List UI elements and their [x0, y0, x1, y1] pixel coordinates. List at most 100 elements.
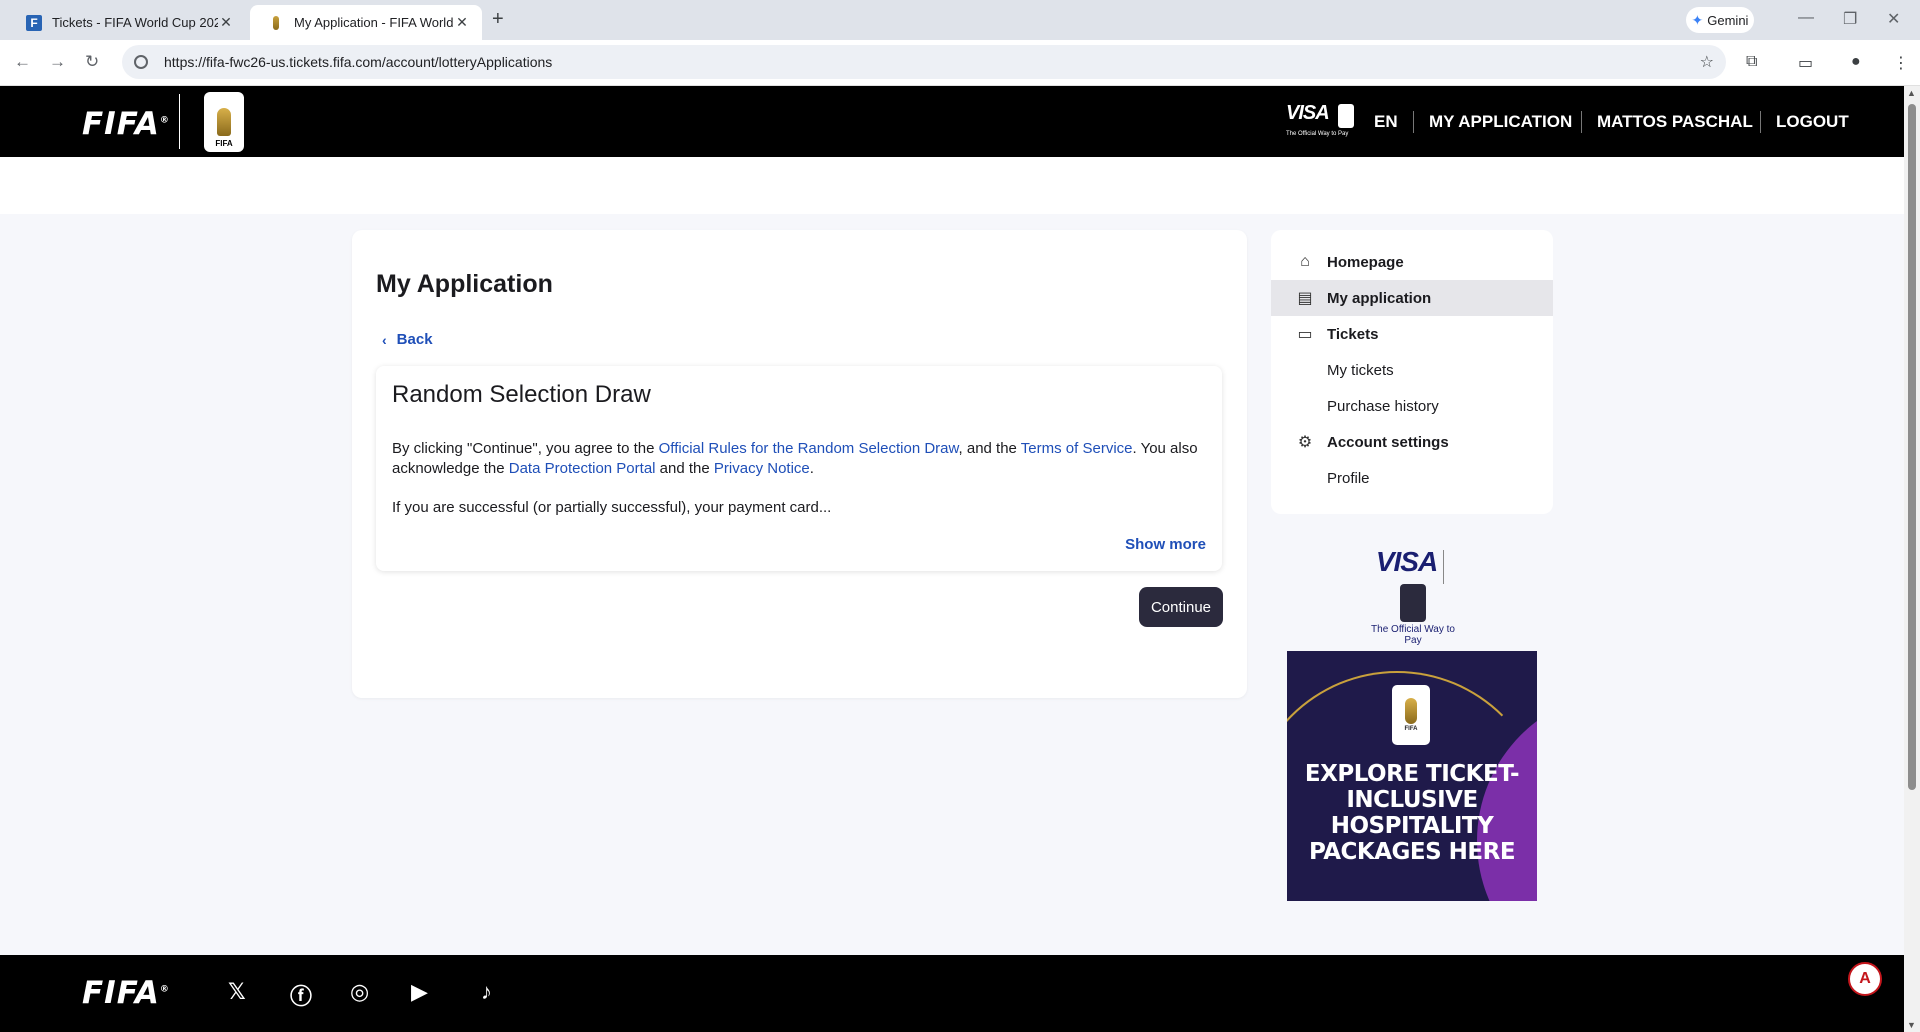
sidebar-item-label: Homepage — [1327, 253, 1404, 271]
visa-tagline: The Official Way to Pay — [1286, 131, 1349, 137]
trophy-icon — [217, 108, 231, 136]
trophy-icon — [1405, 698, 1417, 724]
emblem-label: FIFA — [215, 139, 233, 148]
back-arrow-icon[interactable]: ← — [14, 52, 31, 72]
show-more-link[interactable]: Show more — [1125, 536, 1206, 553]
sidebar-item-label: Purchase history — [1327, 397, 1439, 415]
restore-icon[interactable]: ❐ — [1843, 9, 1857, 29]
gemini-button[interactable]: ✦ Gemini — [1686, 7, 1754, 33]
new-tab-icon[interactable]: + — [492, 8, 504, 31]
tiktok-icon[interactable]: ♪ — [481, 979, 492, 1005]
browser-tab-my-application[interactable]: My Application - FIFA World Cu ✕ — [250, 5, 482, 40]
youtube-icon[interactable]: ▶ — [411, 979, 428, 1005]
sidebar-item-label: Profile — [1327, 469, 1370, 487]
logo-divider — [1443, 549, 1445, 584]
scroll-up-arrow-icon[interactable]: ▲ — [1907, 88, 1916, 98]
sidebar-item-label: My tickets — [1327, 361, 1394, 379]
header-divider — [179, 94, 180, 149]
site-header: FIFA® FIFA VISA The Official Way to Pay … — [0, 86, 1904, 157]
hospitality-emblem: FIFA — [1392, 685, 1430, 745]
fifa-favicon-icon: F — [26, 14, 42, 31]
back-link[interactable]: ‹ Back — [382, 331, 433, 348]
payment-paragraph: If you are successful (or partially succ… — [392, 499, 832, 516]
facebook-icon[interactable]: ⓕ — [290, 979, 312, 1011]
sidebar-item-label: My application — [1327, 289, 1432, 307]
nav-separator — [1760, 111, 1761, 133]
back-label: Back — [396, 331, 433, 348]
close-tab-icon[interactable]: ✕ — [454, 14, 470, 31]
close-tab-icon[interactable]: ✕ — [218, 14, 234, 31]
terms-text: By clicking "Continue", you agree to the — [392, 440, 659, 457]
terms-text: . — [809, 460, 814, 477]
emblem-label: FIFA — [1404, 726, 1418, 732]
fifa-logo[interactable]: FIFA® — [82, 975, 170, 1011]
reload-icon[interactable]: ↻ — [85, 52, 99, 72]
sidebar-item-tickets[interactable]: ▭ Tickets — [1271, 316, 1553, 352]
gear-icon: ⚙ — [1297, 434, 1313, 451]
home-icon: ⌂ — [1300, 253, 1310, 270]
continue-button[interactable]: Continue — [1139, 587, 1223, 627]
sidebar-item-profile[interactable]: Profile — [1271, 460, 1553, 496]
visa-wordmark: VISA — [1375, 546, 1438, 577]
instagram-icon[interactable]: ◎ — [350, 979, 369, 1005]
extensions-icon[interactable]: ⧉ — [1746, 53, 1757, 71]
cast-icon[interactable]: ▭ — [1798, 53, 1813, 73]
terms-of-service-link[interactable]: Terms of Service — [1021, 440, 1133, 457]
sidebar-item-label: Tickets — [1327, 325, 1379, 343]
nav-separator — [1581, 111, 1582, 133]
gemini-label: Gemini — [1707, 12, 1749, 28]
browser-tab-tickets[interactable]: F Tickets - FIFA World Cup 2026™ ✕ — [8, 5, 246, 40]
terms-text: and the — [655, 460, 714, 477]
tab-title: Tickets - FIFA World Cup 2026™ — [52, 15, 218, 30]
nav-my-application[interactable]: MY APPLICATION — [1429, 112, 1572, 132]
subheader-bar — [0, 157, 1904, 214]
official-rules-link[interactable]: Official Rules for the Random Selection … — [659, 440, 959, 457]
scrollbar-thumb[interactable] — [1908, 104, 1916, 790]
nav-user-name[interactable]: MATTOS PASCHAL — [1597, 112, 1753, 132]
world-cup-emblem[interactable]: FIFA — [204, 92, 244, 152]
menu-kebab-icon[interactable]: ⋮ — [1893, 53, 1909, 73]
language-selector[interactable]: EN — [1374, 112, 1398, 132]
terms-text: , and the — [958, 440, 1021, 457]
tab-title: My Application - FIFA World Cu — [294, 15, 454, 30]
nav-logout[interactable]: LOGOUT — [1776, 112, 1849, 132]
close-window-icon[interactable]: ✕ — [1887, 9, 1900, 29]
visa-tagline: The Official Way to Pay — [1371, 623, 1455, 646]
sidebar-item-account-settings[interactable]: ⚙ Account settings — [1271, 424, 1553, 460]
sidebar-item-purchase-history[interactable]: Purchase history — [1271, 388, 1553, 424]
sidebar-item-my-application[interactable]: ▤ My application — [1271, 280, 1553, 316]
sidebar-item-homepage[interactable]: ⌂ Homepage — [1271, 244, 1553, 280]
chevron-left-icon: ‹ — [382, 331, 387, 348]
minimize-icon[interactable]: — — [1798, 9, 1814, 27]
browser-tab-bar: F Tickets - FIFA World Cup 2026™ ✕ My Ap… — [0, 0, 1920, 40]
pdf-reader-icon[interactable]: A — [1848, 962, 1882, 996]
sidebar-item-label: Account settings — [1327, 433, 1449, 451]
hospitality-promo-banner[interactable]: FIFA EXPLORE TICKET-INCLUSIVE HOSPITALIT… — [1287, 651, 1537, 901]
fifa-logo[interactable]: FIFA® — [82, 106, 170, 142]
site-info-icon[interactable] — [134, 55, 148, 69]
browser-toolbar: ← → ↻ https://fifa-fwc26-us.tickets.fifa… — [0, 40, 1920, 86]
address-bar[interactable]: https://fifa-fwc26-us.tickets.fifa.com/a… — [122, 45, 1726, 79]
profile-avatar-icon[interactable]: ● — [1851, 53, 1861, 71]
forward-arrow-icon[interactable]: → — [49, 52, 66, 72]
visa-sponsor-logo: VISA The Official Way to Pay — [1286, 102, 1354, 137]
nav-separator — [1413, 111, 1414, 133]
url-text: https://fifa-fwc26-us.tickets.fifa.com/a… — [164, 54, 553, 70]
page-title: My Application — [376, 270, 553, 298]
visa-sponsor-logo-sidebar: VISA The Official Way to Pay — [1363, 546, 1463, 646]
account-side-menu: ⌂ Homepage ▤ My application ▭ Tickets My… — [1271, 230, 1553, 514]
privacy-notice-link[interactable]: Privacy Notice — [714, 460, 810, 477]
promo-text: EXPLORE TICKET-INCLUSIVE HOSPITALITY PAC… — [1304, 761, 1520, 865]
scroll-down-arrow-icon[interactable]: ▼ — [1907, 1020, 1916, 1030]
sidebar-item-my-tickets[interactable]: My tickets — [1271, 352, 1553, 388]
mini-emblem-icon — [1400, 583, 1426, 622]
data-protection-portal-link[interactable]: Data Protection Portal — [509, 460, 656, 477]
document-icon: ▤ — [1297, 290, 1313, 307]
bookmark-star-icon[interactable]: ☆ — [1700, 52, 1714, 72]
gemini-sparkle-icon: ✦ — [1691, 11, 1704, 28]
ticket-icon: ▭ — [1297, 326, 1313, 343]
terms-paragraph: By clicking "Continue", you agree to the… — [392, 439, 1212, 479]
draw-terms-panel: Random Selection Draw By clicking "Conti… — [376, 366, 1222, 571]
x-icon[interactable]: 𝕏 — [228, 979, 246, 1005]
trophy-favicon-icon — [273, 15, 279, 30]
